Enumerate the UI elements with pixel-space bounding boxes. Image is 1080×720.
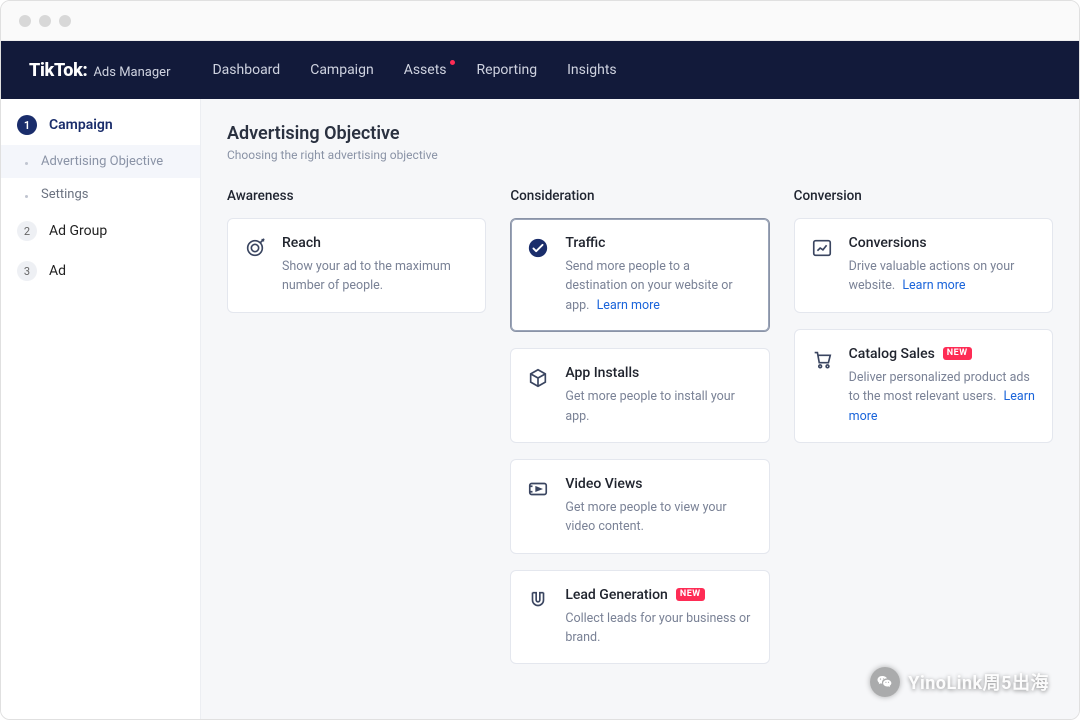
- card-desc: Send more people to a destination on you…: [565, 257, 752, 315]
- magnet-icon: [525, 587, 551, 613]
- step-label: Ad: [49, 263, 66, 279]
- card-conversions[interactable]: Conversions Drive valuable actions on yo…: [794, 218, 1053, 313]
- card-reach[interactable]: Reach Show your ad to the maximum number…: [227, 218, 486, 313]
- card-title: App Installs: [565, 365, 752, 381]
- step-num: 1: [17, 115, 37, 135]
- card-desc: Deliver personalized product ads to the …: [849, 368, 1036, 426]
- col-head-consideration: Consideration: [510, 188, 769, 204]
- brand-logo: TikTok:: [29, 60, 87, 81]
- page-subtitle: Choosing the right advertising objective: [227, 148, 1053, 162]
- objective-columns: Awareness Reach Show your ad to the maxi…: [227, 188, 1053, 680]
- col-head-awareness: Awareness: [227, 188, 486, 204]
- card-desc: Show your ad to the maximum number of pe…: [282, 257, 469, 296]
- new-badge: NEW: [943, 347, 972, 360]
- substep-label: Settings: [41, 187, 88, 202]
- card-lead-generation[interactable]: Lead Generation NEW Collect leads for yo…: [510, 570, 769, 665]
- card-app-installs[interactable]: App Installs Get more people to install …: [510, 348, 769, 443]
- card-desc: Get more people to view your video conte…: [565, 498, 752, 537]
- chart-up-icon: [809, 235, 835, 261]
- window-dot: [59, 15, 71, 27]
- card-desc: Drive valuable actions on your website. …: [849, 257, 1036, 296]
- card-title: Catalog Sales NEW: [849, 346, 1036, 362]
- sidebar-step-campaign[interactable]: 1 Campaign: [1, 105, 200, 145]
- step-label: Campaign: [49, 117, 113, 133]
- step-num: 3: [17, 261, 37, 281]
- sidebar-sub-advertising-objective[interactable]: Advertising Objective: [1, 145, 200, 178]
- step-num: 2: [17, 221, 37, 241]
- substep-label: Advertising Objective: [41, 154, 163, 169]
- page-title: Advertising Objective: [227, 123, 1053, 144]
- learn-more-link[interactable]: Learn more: [902, 278, 965, 293]
- card-title: Video Views: [565, 476, 752, 492]
- nav-campaign[interactable]: Campaign: [310, 62, 373, 78]
- window-titlebar: [1, 1, 1079, 41]
- cube-icon: [525, 365, 551, 391]
- nav-reporting[interactable]: Reporting: [477, 62, 538, 78]
- card-traffic[interactable]: Traffic Send more people to a destinatio…: [510, 218, 769, 332]
- brand-product: Ads Manager: [93, 65, 170, 80]
- sidebar-sub-settings[interactable]: Settings: [1, 178, 200, 211]
- card-title: Reach: [282, 235, 469, 251]
- nav-dashboard[interactable]: Dashboard: [212, 62, 280, 78]
- step-label: Ad Group: [49, 223, 107, 239]
- card-title: Lead Generation NEW: [565, 587, 752, 603]
- col-head-conversion: Conversion: [794, 188, 1053, 204]
- new-badge: NEW: [676, 588, 705, 601]
- sidebar-step-ad-group[interactable]: 2 Ad Group: [1, 211, 200, 251]
- check-circle-icon: [525, 235, 551, 261]
- window-dot: [19, 15, 31, 27]
- sidebar: 1 Campaign Advertising Objective Setting…: [1, 99, 201, 719]
- learn-more-link[interactable]: Learn more: [597, 298, 660, 313]
- window-frame: TikTok: Ads Manager Dashboard Campaign A…: [0, 0, 1080, 720]
- content-area: 1 Campaign Advertising Objective Setting…: [1, 99, 1079, 719]
- card-video-views[interactable]: Video Views Get more people to view your…: [510, 459, 769, 554]
- nav-items: Dashboard Campaign Assets Reporting Insi…: [212, 62, 616, 78]
- col-conversion: Conversion Conversions Drive valuable ac…: [794, 188, 1053, 680]
- brand: TikTok: Ads Manager: [29, 60, 170, 81]
- card-title: Traffic: [565, 235, 752, 251]
- card-catalog-sales[interactable]: Catalog Sales NEW Deliver personalized p…: [794, 329, 1053, 443]
- target-icon: [242, 235, 268, 261]
- window-dot: [39, 15, 51, 27]
- col-consideration: Consideration Traffic Send more people t…: [510, 188, 769, 680]
- video-icon: [525, 476, 551, 502]
- top-nav: TikTok: Ads Manager Dashboard Campaign A…: [1, 41, 1079, 99]
- card-desc: Get more people to install your app.: [565, 387, 752, 426]
- sidebar-step-ad[interactable]: 3 Ad: [1, 251, 200, 291]
- nav-assets[interactable]: Assets: [404, 62, 447, 78]
- col-awareness: Awareness Reach Show your ad to the maxi…: [227, 188, 486, 680]
- card-desc: Collect leads for your business or brand…: [565, 609, 752, 648]
- card-title: Conversions: [849, 235, 1036, 251]
- cart-icon: [809, 346, 835, 372]
- nav-insights[interactable]: Insights: [567, 62, 617, 78]
- main-panel: Advertising Objective Choosing the right…: [201, 99, 1079, 719]
